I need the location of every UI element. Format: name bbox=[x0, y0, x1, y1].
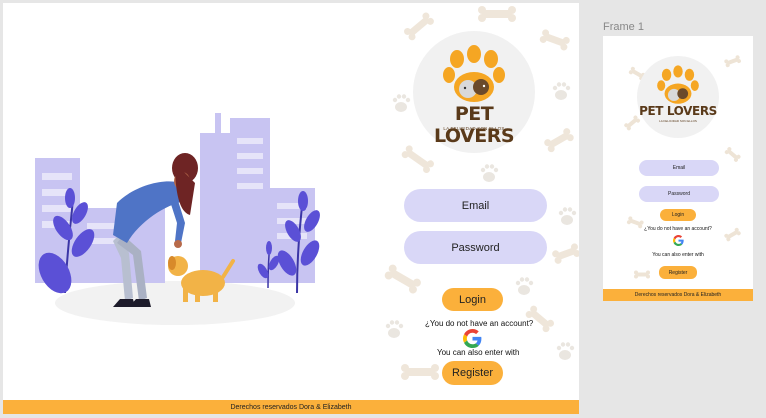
mini-no-account-text: ¿You do not have an account? bbox=[644, 226, 712, 232]
mini-footer: Derechos reservados Dora & Elizabeth bbox=[603, 289, 753, 301]
cat-dog-logo-icon bbox=[657, 65, 699, 104]
bone-icon bbox=[539, 29, 570, 51]
paw-icon bbox=[552, 82, 571, 100]
paw-icon bbox=[515, 277, 534, 295]
mini-also-enter-text: You can also enter with bbox=[652, 252, 704, 258]
logo: PET LOVERS LA FELICIDAD SON ELLOS bbox=[413, 31, 535, 153]
email-field[interactable]: Email bbox=[404, 189, 547, 222]
bone-icon bbox=[384, 264, 421, 294]
mini-password-field: Password bbox=[639, 186, 719, 202]
mini-brand-tagline: LA FELICIDAD SON ELLOS bbox=[659, 119, 697, 123]
paw-icon bbox=[480, 164, 499, 182]
also-enter-text: You can also enter with bbox=[437, 348, 520, 357]
bone-icon bbox=[724, 147, 741, 162]
mini-brand-name: PET LOVERS bbox=[639, 104, 717, 118]
bone-icon bbox=[552, 243, 579, 264]
hero-illustration bbox=[35, 113, 320, 325]
mini-frame-preview[interactable]: PET LOVERS LA FELICIDAD SON ELLOS Email … bbox=[603, 36, 753, 301]
paw-icon bbox=[385, 320, 404, 338]
brand-tagline: LA FELICIDAD SON ELLOS bbox=[443, 126, 505, 131]
no-account-link[interactable]: ¿You do not have an account? bbox=[425, 319, 533, 328]
bone-icon bbox=[634, 270, 650, 279]
login-frame: PET LOVERS LA FELICIDAD SON ELLOS Email … bbox=[3, 3, 579, 414]
mini-login-button: Login bbox=[660, 209, 696, 221]
mini-email-field: Email bbox=[639, 160, 719, 176]
bone-icon bbox=[478, 6, 516, 22]
login-button[interactable]: Login bbox=[442, 288, 503, 311]
footer: Derechos reservados Dora & Elizabeth bbox=[3, 400, 579, 414]
google-icon bbox=[673, 235, 684, 246]
mini-logo: PET LOVERS LA FELICIDAD SON ELLOS bbox=[637, 56, 719, 138]
password-field[interactable]: Password bbox=[404, 231, 547, 264]
paw-icon bbox=[556, 342, 575, 360]
brand-name: PET LOVERS bbox=[433, 103, 515, 147]
mini-register-button: Register bbox=[659, 266, 697, 279]
paw-icon bbox=[392, 94, 411, 112]
bone-icon bbox=[544, 128, 574, 153]
bone-icon bbox=[401, 364, 439, 380]
bone-icon bbox=[724, 55, 741, 68]
frame-label[interactable]: Frame 1 bbox=[603, 21, 644, 33]
google-icon[interactable] bbox=[463, 329, 482, 348]
register-button[interactable]: Register bbox=[442, 361, 503, 385]
paw-icon bbox=[558, 207, 577, 225]
